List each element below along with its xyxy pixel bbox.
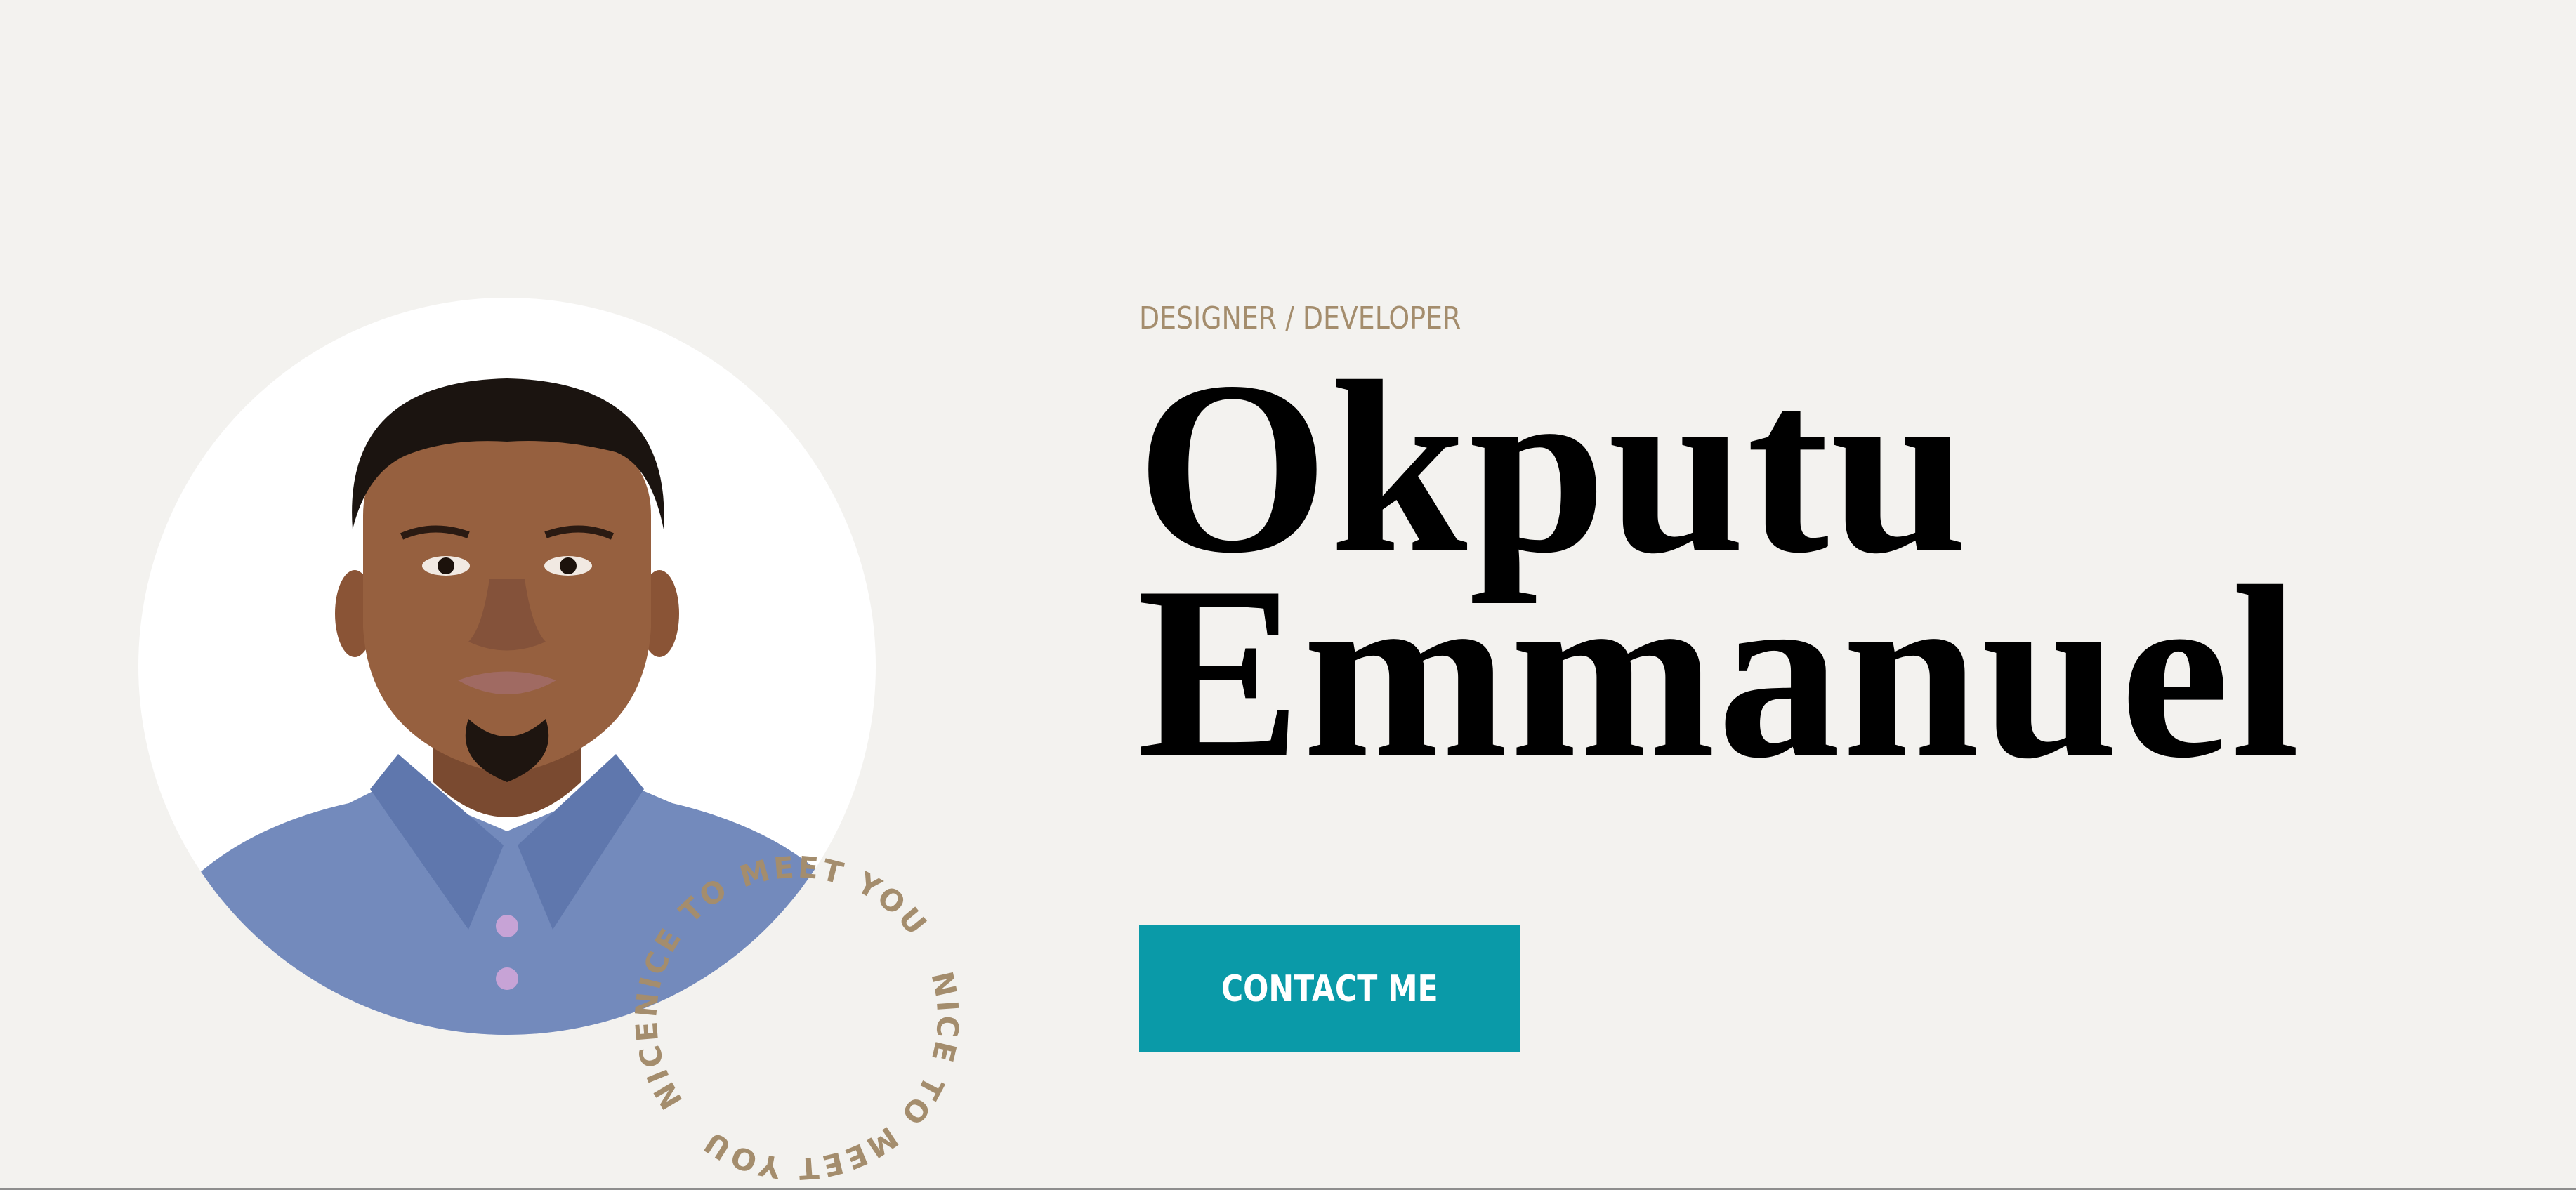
svg-text:NICE TO MEET YOU NICE TO MEE: NICE TO MEET YOU NICE TO MEET YOU NICE T… (618, 839, 966, 1186)
nice-to-meet-you-badge: NICE TO MEET YOU NICE TO MEET YOU NICE T… (618, 839, 966, 1186)
contact-me-label: CONTACT ME (1221, 967, 1438, 1010)
hero-section: NICE TO MEET YOU NICE TO MEET YOU NICE T… (0, 0, 2576, 1188)
contact-me-button[interactable]: CONTACT ME (1139, 925, 1520, 1052)
page-title: Okputu Emmanuel (1136, 344, 2301, 809)
name-second-line: Emmanuel (1136, 536, 2301, 809)
badge-text: NICE TO MEET YOU NICE TO MEET YOU NICE T… (618, 839, 966, 1186)
